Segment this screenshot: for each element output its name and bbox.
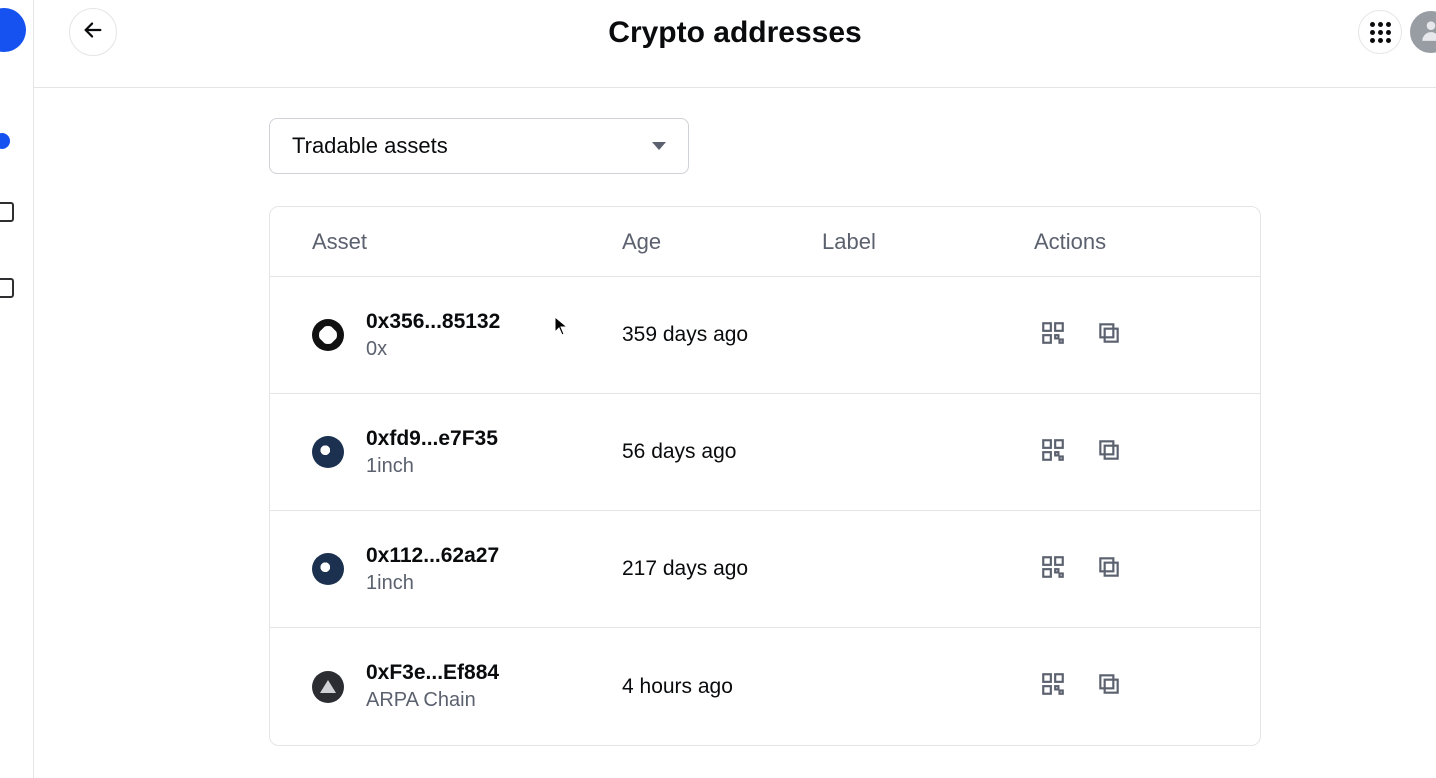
table-row[interactable]: 0x356...85132 0x 359 days ago — [270, 277, 1260, 394]
addresses-table: Asset Age Label Actions 0x356...85132 0x… — [269, 206, 1261, 746]
copy-icon — [1096, 554, 1122, 585]
brand-logo[interactable] — [0, 8, 26, 52]
copy-icon — [1096, 437, 1122, 468]
copy-icon — [1096, 671, 1122, 702]
address-text: 0xfd9...e7F35 — [366, 427, 498, 451]
table-row[interactable]: 0xfd9...e7F35 1inch 56 days ago — [270, 394, 1260, 511]
asset-filter-select[interactable]: Tradable assets — [269, 118, 689, 174]
asset-info: 0xfd9...e7F35 1inch — [366, 427, 498, 478]
asset-icon-1inch — [312, 436, 344, 468]
nav-dot-icon[interactable] — [0, 133, 10, 149]
table-row[interactable]: 0xF3e...Ef884 ARPA Chain 4 hours ago — [270, 628, 1260, 745]
actions-cell — [1034, 321, 1304, 349]
asset-info: 0xF3e...Ef884 ARPA Chain — [366, 661, 499, 712]
qr-code-button[interactable] — [1039, 673, 1067, 701]
address-text: 0x112...62a27 — [366, 544, 499, 568]
asset-cell: 0x356...85132 0x — [312, 310, 622, 361]
asset-cell: 0xF3e...Ef884 ARPA Chain — [312, 661, 622, 712]
asset-info: 0x112...62a27 1inch — [366, 544, 499, 595]
user-icon — [1418, 17, 1436, 48]
qr-code-icon — [1040, 437, 1066, 468]
qr-code-icon — [1040, 320, 1066, 351]
asset-symbol: 1inch — [366, 455, 498, 478]
col-age: Age — [622, 229, 822, 255]
copy-icon — [1096, 320, 1122, 351]
address-text: 0x356...85132 — [366, 310, 500, 334]
age-text: 217 days ago — [622, 557, 822, 581]
apps-grid-icon — [1370, 22, 1391, 43]
actions-cell — [1034, 555, 1304, 583]
col-asset: Asset — [312, 229, 622, 255]
asset-symbol: 0x — [366, 338, 500, 361]
chevron-down-icon — [652, 142, 666, 150]
asset-symbol: 1inch — [366, 572, 499, 595]
asset-cell: 0xfd9...e7F35 1inch — [312, 427, 622, 478]
asset-icon-1inch — [312, 553, 344, 585]
asset-info: 0x356...85132 0x — [366, 310, 500, 361]
page-header: Crypto addresses — [34, 0, 1436, 88]
copy-button[interactable] — [1095, 438, 1123, 466]
apps-button[interactable] — [1358, 10, 1402, 54]
copy-button[interactable] — [1095, 673, 1123, 701]
copy-button[interactable] — [1095, 555, 1123, 583]
age-text: 4 hours ago — [622, 675, 822, 699]
address-text: 0xF3e...Ef884 — [366, 661, 499, 685]
table-header-row: Asset Age Label Actions — [270, 207, 1260, 277]
qr-code-button[interactable] — [1039, 438, 1067, 466]
age-text: 359 days ago — [622, 323, 822, 347]
actions-cell — [1034, 438, 1304, 466]
nav-item-icon[interactable] — [0, 278, 14, 298]
qr-code-icon — [1040, 554, 1066, 585]
qr-code-button[interactable] — [1039, 321, 1067, 349]
table-row[interactable]: 0x112...62a27 1inch 217 days ago — [270, 511, 1260, 628]
page-title: Crypto addresses — [34, 16, 1436, 50]
actions-cell — [1034, 673, 1304, 701]
qr-code-button[interactable] — [1039, 555, 1067, 583]
nav-item-icon[interactable] — [0, 202, 14, 222]
col-actions: Actions — [1034, 229, 1304, 255]
asset-filter-value: Tradable assets — [292, 133, 448, 159]
copy-button[interactable] — [1095, 321, 1123, 349]
age-text: 56 days ago — [622, 440, 822, 464]
asset-icon-0x — [312, 319, 344, 351]
asset-symbol: ARPA Chain — [366, 689, 499, 712]
left-rail — [0, 0, 34, 778]
qr-code-icon — [1040, 671, 1066, 702]
asset-cell: 0x112...62a27 1inch — [312, 544, 622, 595]
asset-icon-arpa — [312, 671, 344, 703]
content-area: Tradable assets Asset Age Label Actions … — [34, 88, 1436, 778]
col-label: Label — [822, 229, 1034, 255]
